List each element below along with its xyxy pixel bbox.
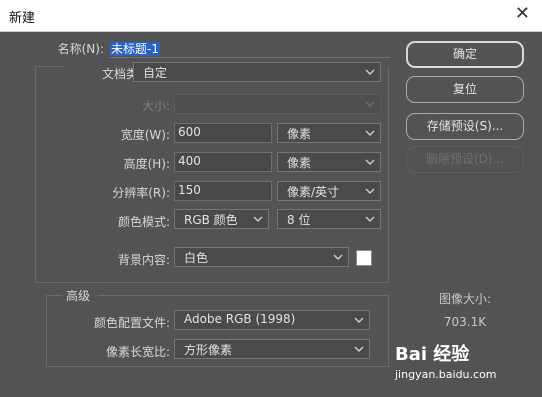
resolution-input[interactable]: 150 (174, 181, 272, 201)
chevron-down-icon (365, 69, 375, 75)
title-bar: 新建 ✕ (0, 0, 542, 32)
chevron-down-icon (365, 130, 375, 136)
watermark: Bai 经验 jingyan.baidu.com (395, 340, 497, 381)
pixel-aspect-value: 方形像素 (184, 343, 233, 357)
advanced-top-left (46, 295, 62, 296)
document-type-value: 自定 (143, 66, 168, 80)
image-size-value: 703.1K (443, 315, 487, 329)
height-unit-select[interactable]: 像素 (277, 152, 381, 172)
width-unit-select[interactable]: 像素 (277, 123, 381, 143)
name-underline (109, 57, 390, 58)
width-input[interactable]: 600 (174, 123, 272, 143)
advanced-title: 高级 (66, 289, 91, 303)
size-select (174, 94, 381, 114)
name-value: 未标题-1 (110, 42, 160, 56)
name-input[interactable]: 未标题-1 (110, 40, 160, 57)
height-input[interactable]: 400 (174, 152, 272, 172)
chevron-down-icon (365, 159, 375, 165)
chevron-down-icon (365, 101, 375, 107)
watermark-brand: Bai 经验 (395, 344, 470, 365)
background-value: 白色 (184, 251, 209, 265)
window-title: 新建 (9, 11, 36, 26)
close-icon[interactable]: ✕ (515, 3, 530, 24)
reset-button[interactable]: 复位 (406, 76, 524, 103)
chevron-down-icon (253, 216, 263, 222)
color-mode-select[interactable]: RGB 颜色 (174, 209, 269, 229)
resolution-unit-select[interactable]: 像素/英寸 (277, 181, 381, 201)
bit-depth-value: 8 位 (287, 213, 311, 227)
height-label: 高度(H): (123, 157, 170, 171)
chevron-down-icon (354, 317, 364, 323)
save-preset-button[interactable]: 存储预设(S)... (406, 113, 524, 140)
resolution-label: 分辨率(R): (112, 186, 170, 200)
chevron-down-icon (365, 188, 375, 194)
delete-preset-button: 删除预设(D)... (406, 146, 524, 173)
width-label: 宽度(W): (120, 128, 170, 142)
color-profile-select[interactable]: Adobe RGB (1998) (174, 310, 370, 330)
document-type-select[interactable]: 自定 (133, 62, 381, 82)
chevron-down-icon (333, 254, 343, 260)
width-unit-value: 像素 (287, 127, 312, 141)
resolution-unit-value: 像素/英寸 (287, 185, 340, 199)
ok-button[interactable]: 确定 (406, 41, 524, 68)
chevron-down-icon (354, 346, 364, 352)
advanced-top-right (98, 295, 389, 296)
size-label: 大小: (141, 99, 170, 113)
color-mode-value: RGB 颜色 (184, 213, 238, 227)
background-color-swatch[interactable] (356, 250, 372, 266)
image-size-label: 图像大小: (438, 292, 492, 306)
name-label: 名称(N): (57, 42, 104, 56)
color-mode-label: 颜色模式: (117, 215, 170, 229)
background-label: 背景内容: (117, 253, 170, 267)
background-select[interactable]: 白色 (174, 247, 349, 267)
pixel-aspect-label: 像素长宽比: (105, 345, 170, 359)
watermark-url: jingyan.baidu.com (395, 368, 497, 381)
chevron-down-icon (365, 216, 375, 222)
color-profile-label: 颜色配置文件: (93, 316, 170, 330)
pixel-aspect-select[interactable]: 方形像素 (174, 339, 370, 359)
height-unit-value: 像素 (287, 156, 312, 170)
bit-depth-select[interactable]: 8 位 (277, 209, 381, 229)
color-profile-value: Adobe RGB (1998) (184, 312, 296, 326)
